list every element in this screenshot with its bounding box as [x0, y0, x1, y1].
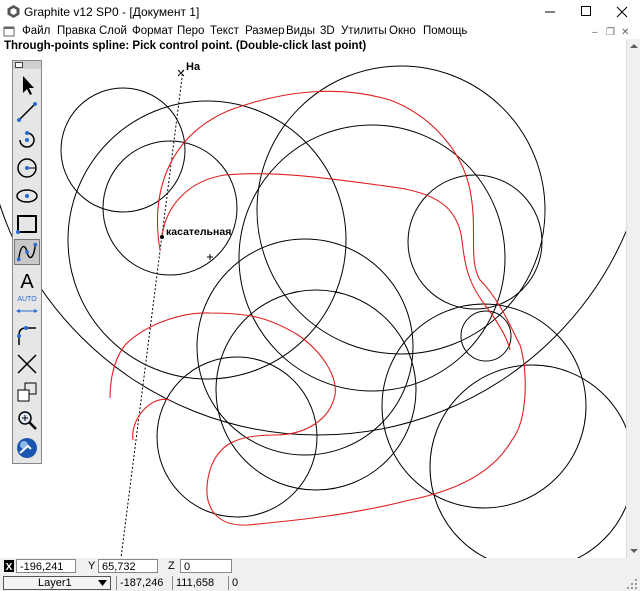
menu-text[interactable]: Текст: [210, 25, 239, 37]
text-tool-icon[interactable]: A: [14, 267, 40, 293]
circle[interactable]: [429, 364, 626, 558]
svg-text:A: A: [20, 271, 34, 293]
zoom-tool-icon[interactable]: [14, 407, 40, 433]
window-title: Graphite v12 SP0 - [Документ 1]: [24, 5, 200, 19]
chevron-down-icon[interactable]: [98, 579, 107, 587]
maximize-button[interactable]: [568, 0, 604, 24]
scroll-up-icon[interactable]: [627, 39, 640, 53]
line-tool-icon[interactable]: [14, 99, 40, 125]
z-label: Z: [168, 560, 175, 572]
label-top: На: [186, 61, 201, 73]
svg-text:X: X: [6, 562, 13, 572]
drawing-svg[interactable]: На касательная: [0, 53, 626, 558]
mdi-close-icon[interactable]: ✕: [621, 27, 629, 38]
palette-caption[interactable]: [13, 61, 41, 69]
graphite-app-icon[interactable]: [7, 5, 20, 18]
auto-dimension-tool[interactable]: AUTO: [14, 295, 40, 321]
auto-label: AUTO: [17, 296, 37, 303]
coordinate-bar: X -196,241 Y 65,732 Z 0: [0, 558, 640, 575]
layer-name: Layer1: [38, 577, 72, 589]
command-prompt: Through-points spline: Pick control poin…: [0, 39, 626, 53]
readout-2: 111,658: [172, 576, 228, 590]
circle[interactable]: [102, 140, 238, 276]
drawing-canvas[interactable]: На касательная: [0, 53, 626, 558]
layer-dropdown[interactable]: Layer1: [3, 576, 111, 590]
spline-secondary: [161, 173, 511, 351]
resize-grip-icon[interactable]: [626, 578, 638, 590]
circle[interactable]: [156, 356, 318, 518]
scroll-down-icon[interactable]: [627, 544, 640, 558]
menu-file[interactable]: Файл: [22, 25, 50, 37]
mdi-minimize-icon[interactable]: –: [592, 27, 598, 38]
render-sphere-icon[interactable]: [14, 435, 40, 461]
y-coordinate-field[interactable]: 65,732: [98, 559, 158, 573]
dimension-arrows-icon: [16, 309, 38, 313]
label-tangent: касательная: [166, 226, 231, 238]
z-coordinate-field[interactable]: 0: [180, 559, 232, 573]
menu-dimension[interactable]: Размер: [245, 25, 285, 37]
control-point[interactable]: [160, 235, 164, 239]
select-arrow-icon[interactable]: [14, 72, 40, 98]
circle-tool-icon[interactable]: [14, 155, 40, 181]
readout-1: -187,246: [116, 576, 172, 590]
readout-3: 0: [228, 576, 348, 590]
circle[interactable]: [256, 65, 546, 355]
menu-layer[interactable]: Слой: [99, 25, 127, 37]
menu-views[interactable]: Виды: [286, 25, 315, 37]
layer-bar: Layer1 -187,246 111,658 0: [0, 575, 640, 591]
menu-3d[interactable]: 3D: [320, 25, 335, 37]
rectangle-tool-icon[interactable]: [14, 211, 40, 237]
document-system-menu-icon[interactable]: [3, 26, 15, 37]
tool-palette: A AUTO: [12, 60, 42, 464]
menu-pen[interactable]: Перо: [177, 25, 204, 37]
arc-tool-icon[interactable]: [14, 127, 40, 153]
ellipse-tool-icon[interactable]: [14, 183, 40, 209]
spline-tool-icon[interactable]: [14, 239, 40, 265]
circle[interactable]: [460, 310, 512, 362]
menu-window[interactable]: Окно: [389, 25, 416, 37]
close-button[interactable]: [604, 0, 640, 24]
circle[interactable]: [67, 100, 347, 380]
x-axis-icon[interactable]: X: [4, 560, 14, 572]
title-bar: Graphite v12 SP0 - [Документ 1]: [0, 0, 640, 24]
trim-tool-icon[interactable]: [14, 351, 40, 377]
menu-format[interactable]: Формат: [132, 25, 173, 37]
fillet-tool-icon[interactable]: [14, 323, 40, 349]
vertical-scrollbar[interactable]: [626, 39, 640, 558]
y-label: Y: [88, 560, 96, 572]
menu-edit[interactable]: Правка: [57, 25, 96, 37]
menu-help[interactable]: Помощь: [423, 25, 467, 37]
menu-bar: Файл Правка Слой Формат Перо Текст Разме…: [0, 24, 640, 39]
transform-tool-icon[interactable]: [14, 379, 40, 405]
menu-utilities[interactable]: Утилиты: [341, 25, 387, 37]
mdi-restore-icon[interactable]: ❐: [606, 27, 615, 38]
palette-close-icon[interactable]: [15, 62, 23, 68]
minimize-button[interactable]: [532, 0, 568, 24]
x-coordinate-field[interactable]: -196,241: [16, 559, 76, 573]
